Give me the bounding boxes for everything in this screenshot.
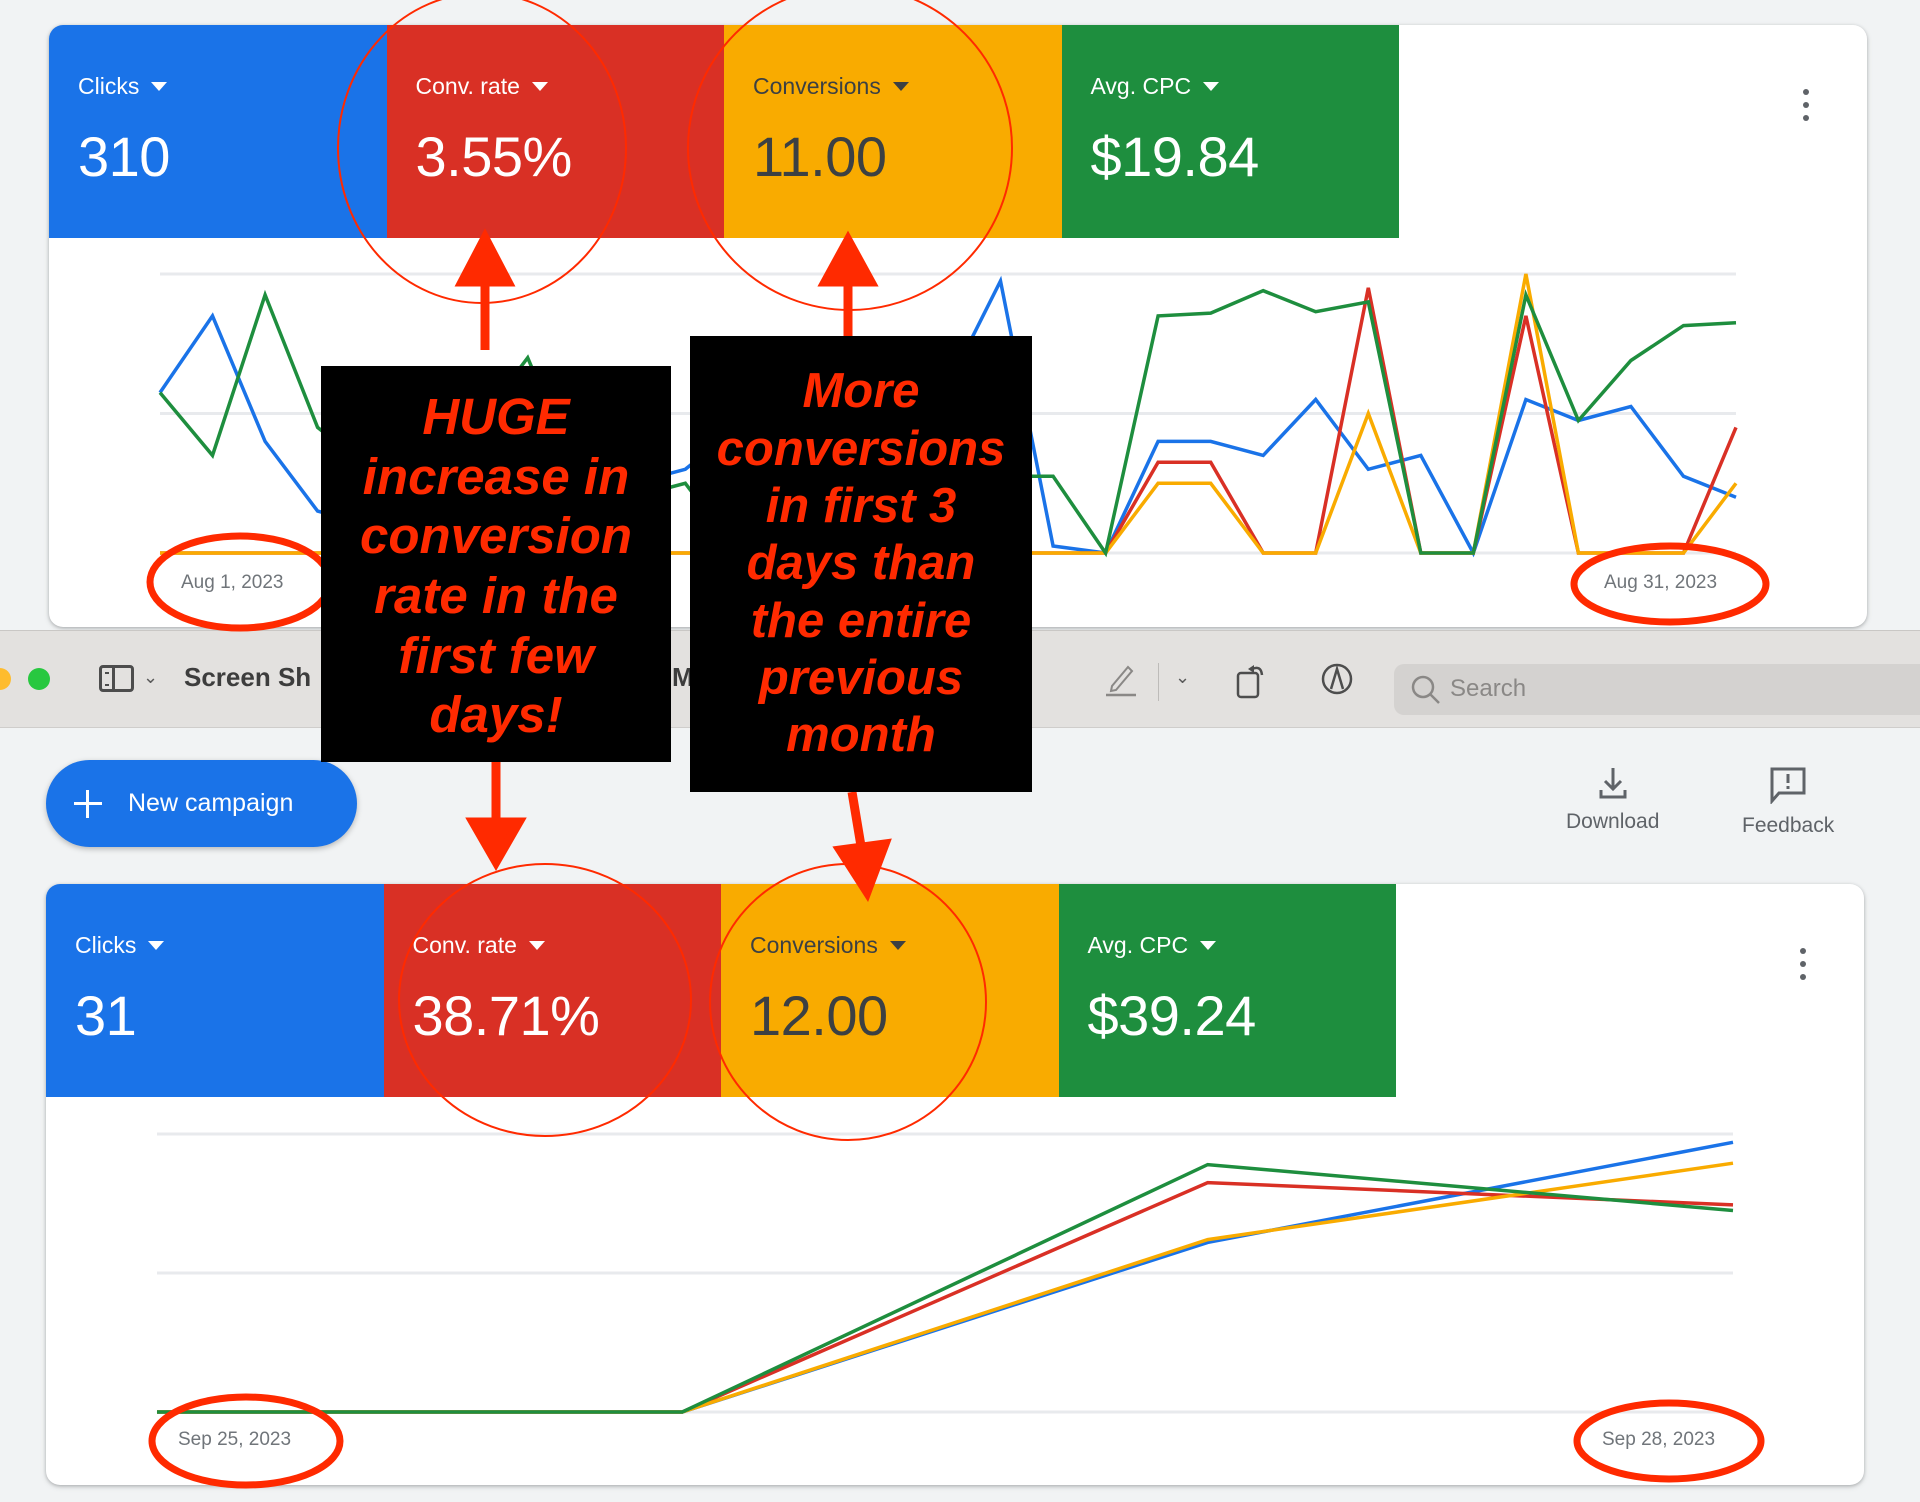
metric-value: 12.00 xyxy=(750,984,888,1047)
series-line-clicks xyxy=(157,1140,1734,1414)
metric-value: 310 xyxy=(78,125,170,188)
sidebar-toggle-icon[interactable] xyxy=(99,665,134,692)
minimize-window-button[interactable] xyxy=(0,668,11,690)
metric-value: 3.55% xyxy=(415,125,573,188)
x-axis-end-label: Aug 31, 2023 xyxy=(1604,572,1718,593)
metric-value: $19.84 xyxy=(1090,125,1260,188)
more-vert-icon[interactable] xyxy=(1798,948,1808,980)
metric-tile-conversions[interactable]: Conversions 11.00 xyxy=(724,25,1062,238)
window-title: Screen Sh xyxy=(184,662,312,692)
feedback-icon xyxy=(1770,767,1806,804)
download-label: Download xyxy=(1566,810,1660,833)
search-field[interactable] xyxy=(1394,664,1920,715)
dropdown-caret-icon[interactable] xyxy=(531,82,548,91)
metric-tile-clicks[interactable]: Clicks 31 xyxy=(46,884,384,1097)
arrow-head xyxy=(465,817,527,872)
x-axis-start-label: Aug 1, 2023 xyxy=(181,572,284,593)
download-button[interactable]: Download xyxy=(1566,766,1659,834)
x-axis-start-label: Sep 25, 2023 xyxy=(178,1429,292,1450)
metric-tile-avg-cpc[interactable]: Avg. CPC $19.84 xyxy=(1061,25,1399,238)
dropdown-caret-icon[interactable] xyxy=(528,941,545,950)
dropdown-caret-icon[interactable] xyxy=(889,941,906,950)
chevron-down-icon[interactable]: ⌄ xyxy=(143,667,158,688)
metric-tile-avg-cpc[interactable]: Avg. CPC $39.24 xyxy=(1058,884,1396,1097)
metric-tile-conv-rate[interactable]: Conv. rate 38.71% xyxy=(383,884,721,1097)
annotation-conversions: More conversions in first 3 days than th… xyxy=(690,336,1032,792)
download-icon xyxy=(1599,768,1627,799)
toolbar-divider xyxy=(1158,663,1159,701)
markup-circle-icon[interactable] xyxy=(1320,661,1354,702)
dropdown-caret-icon[interactable] xyxy=(892,82,909,91)
performance-card-september: Clicks 31 Conv. rate 38.71% Conversions … xyxy=(46,884,1864,1485)
metric-tiles: Clicks 31 Conv. rate 38.71% Conversions … xyxy=(46,884,1396,1097)
search-input[interactable] xyxy=(1450,672,1890,706)
metric-label: Conversions xyxy=(753,73,881,99)
more-vert-icon[interactable] xyxy=(1801,89,1811,121)
metric-value: $39.24 xyxy=(1087,984,1257,1047)
feedback-label: Feedback xyxy=(1742,814,1835,837)
metric-value: 11.00 xyxy=(753,125,887,188)
new-campaign-button[interactable]: New campaign xyxy=(46,760,357,847)
metric-label: Conversions xyxy=(750,932,878,958)
arrow-down-conversions xyxy=(847,791,867,853)
annotation-conv-rate: HUGE increase in conversion rate in the … xyxy=(321,366,671,762)
metric-tile-clicks[interactable]: Clicks 310 xyxy=(49,25,387,238)
metric-label: Avg. CPC xyxy=(1087,932,1189,958)
metric-label: Avg. CPC xyxy=(1090,73,1192,99)
dropdown-caret-icon[interactable] xyxy=(1203,82,1220,91)
series-line-conv-rate xyxy=(157,1180,1734,1414)
plus-icon xyxy=(74,789,102,818)
metric-label: Conv. rate xyxy=(415,73,520,99)
metric-tile-conversions[interactable]: Conversions 12.00 xyxy=(721,884,1059,1097)
new-campaign-label: New campaign xyxy=(128,789,294,817)
metric-tiles: Clicks 310 Conv. rate 3.55% Conversions … xyxy=(49,25,1399,238)
series-line-avg-cpc xyxy=(157,1162,1734,1414)
metric-value: 31 xyxy=(75,984,137,1047)
metric-label: Conv. rate xyxy=(412,932,517,958)
metric-label: Clicks xyxy=(75,932,137,958)
feedback-button[interactable]: Feedback xyxy=(1742,766,1834,838)
metric-label: Clicks xyxy=(78,73,140,99)
dropdown-caret-icon[interactable] xyxy=(148,941,165,950)
dropdown-caret-icon[interactable] xyxy=(151,82,168,91)
search-icon xyxy=(1411,675,1440,704)
metric-tile-conv-rate[interactable]: Conv. rate 3.55% xyxy=(386,25,724,238)
rotate-icon[interactable] xyxy=(1235,661,1269,704)
dropdown-caret-icon[interactable] xyxy=(1200,941,1217,950)
metric-value: 38.71% xyxy=(412,984,600,1047)
x-axis-end-label: Sep 28, 2023 xyxy=(1602,1429,1716,1450)
chevron-down-icon[interactable]: ⌄ xyxy=(1175,667,1190,688)
pencil-icon[interactable] xyxy=(1104,661,1138,702)
zoom-window-button[interactable] xyxy=(28,668,50,690)
